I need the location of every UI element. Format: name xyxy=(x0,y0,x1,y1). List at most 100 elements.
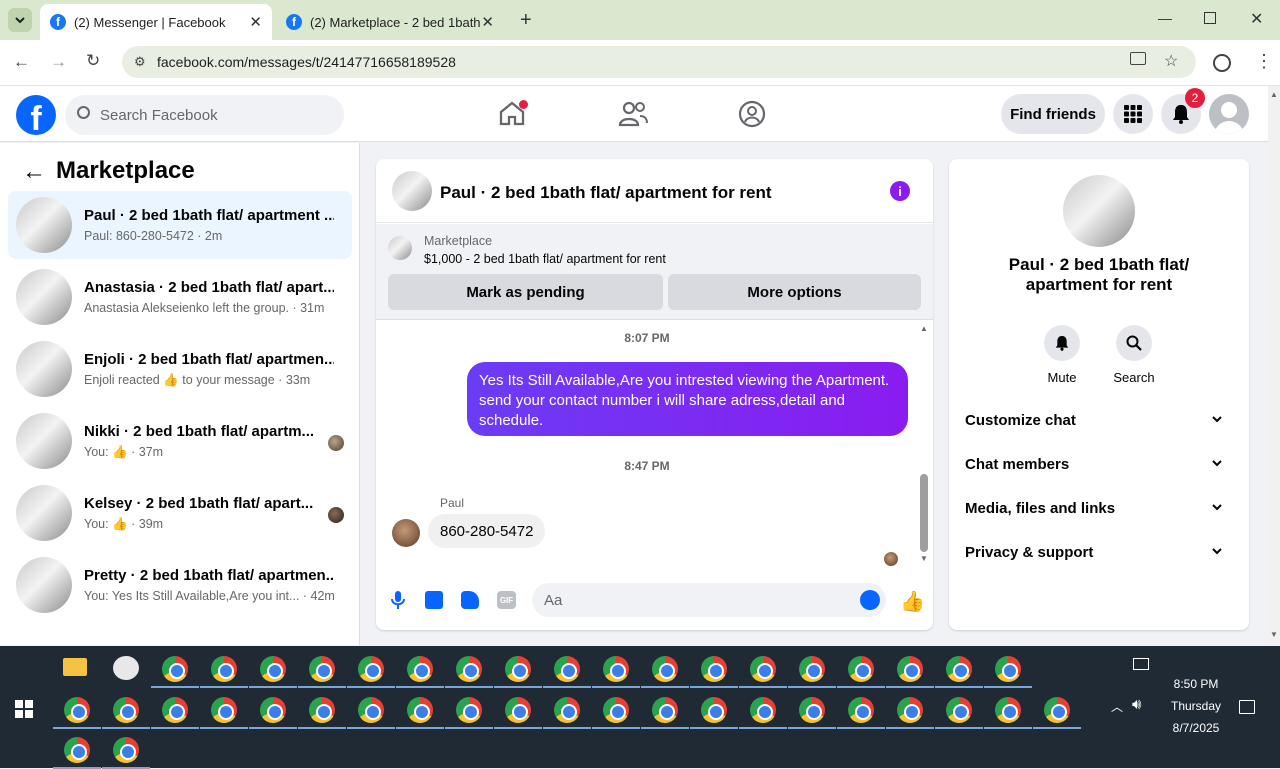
paint-app-icon[interactable] xyxy=(113,656,139,680)
profile-icon[interactable] xyxy=(1213,54,1231,72)
restore-button[interactable] xyxy=(1204,12,1216,24)
chrome-profile-icon[interactable] xyxy=(211,697,237,723)
site-settings-icon[interactable]: ⚙ xyxy=(134,54,146,70)
chrome-profile-icon[interactable] xyxy=(848,656,874,682)
url-input[interactable]: ⚙ facebook.com/messages/t/24147716658189… xyxy=(122,46,1196,78)
sender-avatar[interactable] xyxy=(392,519,420,547)
chrome-profile-icon[interactable] xyxy=(799,697,825,723)
search-action[interactable]: Search xyxy=(1104,325,1164,385)
chrome-profile-icon[interactable] xyxy=(701,697,727,723)
chrome-profile-icon[interactable] xyxy=(309,697,335,723)
conversation-item-kelsey[interactable]: Kelsey · 2 bed 1bath flat/ apart... You:… xyxy=(8,479,352,547)
chrome-profile-icon[interactable] xyxy=(358,697,384,723)
voice-clip-icon[interactable] xyxy=(391,590,405,615)
customize-chat-row[interactable]: Customize chat xyxy=(965,405,1233,435)
tab-search-button[interactable] xyxy=(8,8,32,32)
home-nav-button[interactable] xyxy=(497,98,529,130)
chrome-profile-icon[interactable] xyxy=(113,697,139,723)
chrome-profile-icon[interactable] xyxy=(603,697,629,723)
more-options-button[interactable]: More options xyxy=(668,274,921,310)
reload-icon[interactable]: ↻ xyxy=(86,51,100,71)
chrome-profile-icon[interactable] xyxy=(64,737,90,763)
page-scrollbar[interactable]: ▲ ▼ xyxy=(1268,86,1280,646)
gif-icon[interactable]: GIF xyxy=(497,591,516,609)
chrome-profile-icon[interactable] xyxy=(701,656,727,682)
message-input[interactable]: Aa xyxy=(532,583,886,617)
menu-grid-button[interactable] xyxy=(1113,94,1153,134)
groups-nav-button[interactable] xyxy=(738,100,766,133)
new-tab-button[interactable]: + xyxy=(520,9,532,32)
chat-title[interactable]: Paul · 2 bed 1bath flat/ apartment for r… xyxy=(440,183,772,203)
chat-avatar[interactable] xyxy=(392,171,432,211)
chrome-profile-icon[interactable] xyxy=(897,697,923,723)
chrome-profile-icon[interactable] xyxy=(1044,697,1070,723)
chrome-profile-icon[interactable] xyxy=(554,656,580,682)
chrome-profile-icon[interactable] xyxy=(64,697,90,723)
chrome-profile-icon[interactable] xyxy=(897,656,923,682)
back-arrow-icon[interactable]: ← xyxy=(13,52,30,72)
file-explorer-icon[interactable] xyxy=(63,658,87,676)
chrome-profile-icon[interactable] xyxy=(750,656,776,682)
notifications-button[interactable]: 2 xyxy=(1161,88,1205,134)
conversation-item-anastasia[interactable]: Anastasia · 2 bed 1bath flat/ apart... A… xyxy=(8,263,352,331)
system-clock[interactable]: 8:50 PM Thursday 8/7/2025 xyxy=(1150,673,1242,739)
chrome-profile-icon[interactable] xyxy=(407,656,433,682)
mute-action[interactable]: Mute xyxy=(1032,325,1092,385)
scroll-up-arrow-icon[interactable]: ▲ xyxy=(1270,90,1278,99)
network-icon[interactable] xyxy=(1133,658,1149,670)
bookmark-star-icon[interactable]: ☆ xyxy=(1164,51,1178,71)
conversation-item-enjoli[interactable]: Enjoli · 2 bed 1bath flat/ apartmen... E… xyxy=(8,335,352,403)
sticker-icon[interactable] xyxy=(461,591,479,609)
volume-icon[interactable]: 🔊︎ xyxy=(1132,696,1141,713)
menu-kebab-icon[interactable]: ⋮ xyxy=(1255,51,1273,72)
tray-expand-icon[interactable]: ︿ xyxy=(1111,698,1123,715)
chrome-profile-icon[interactable] xyxy=(211,656,237,682)
chrome-profile-icon[interactable] xyxy=(848,697,874,723)
chrome-profile-icon[interactable] xyxy=(652,656,678,682)
tab-marketplace[interactable]: f (2) Marketplace - 2 bed 1bath f ✕ xyxy=(276,4,504,40)
scroll-down-arrow-icon[interactable]: ▼ xyxy=(1270,630,1278,639)
scroll-up-arrow-icon[interactable]: ▲ xyxy=(920,324,928,333)
facebook-logo-icon[interactable]: f xyxy=(16,95,56,135)
install-app-icon[interactable] xyxy=(1130,52,1146,65)
account-avatar[interactable] xyxy=(1209,94,1249,134)
listing-thumbnail[interactable] xyxy=(388,236,412,260)
listing-title[interactable]: $1,000 - 2 bed 1bath flat/ apartment for… xyxy=(424,252,666,266)
chrome-profile-icon[interactable] xyxy=(603,656,629,682)
chat-scrollbar[interactable]: ▲ ▼ xyxy=(918,324,930,564)
tab-messenger[interactable]: f (2) Messenger | Facebook ✕ xyxy=(40,4,272,40)
privacy-support-row[interactable]: Privacy & support xyxy=(965,537,1233,567)
info-icon[interactable]: i xyxy=(890,181,910,201)
chrome-profile-icon[interactable] xyxy=(358,656,384,682)
outgoing-message-bubble[interactable]: Yes Its Still Available,Are you intreste… xyxy=(467,362,908,436)
chrome-profile-icon[interactable] xyxy=(407,697,433,723)
incoming-message-bubble[interactable]: 860-280-5472 xyxy=(428,514,546,548)
media-files-links-row[interactable]: Media, files and links xyxy=(965,493,1233,523)
emoji-icon[interactable] xyxy=(860,590,880,610)
chat-profile-avatar[interactable] xyxy=(1063,175,1135,247)
chrome-profile-icon[interactable] xyxy=(750,697,776,723)
chrome-profile-icon[interactable] xyxy=(456,697,482,723)
forward-arrow-icon[interactable]: → xyxy=(50,52,67,72)
windows-start-icon[interactable] xyxy=(15,700,33,718)
chrome-profile-icon[interactable] xyxy=(162,656,188,682)
scroll-thumb[interactable] xyxy=(920,474,928,552)
chrome-profile-icon[interactable] xyxy=(309,656,335,682)
close-tab-icon[interactable]: ✕ xyxy=(249,13,262,31)
search-facebook-input[interactable]: Search Facebook xyxy=(65,95,344,135)
notifications-center-icon[interactable] xyxy=(1239,700,1255,714)
mark-as-pending-button[interactable]: Mark as pending xyxy=(388,274,663,310)
conversation-item-nikki[interactable]: Nikki · 2 bed 1bath flat/ apartm... You:… xyxy=(8,407,352,475)
close-tab-icon[interactable]: ✕ xyxy=(481,13,494,31)
friends-nav-button[interactable] xyxy=(618,100,648,133)
thumbs-up-send-icon[interactable]: 👍 xyxy=(900,589,925,614)
find-friends-button[interactable]: Find friends xyxy=(1001,94,1105,134)
chrome-profile-icon[interactable] xyxy=(995,656,1021,682)
close-window-button[interactable]: ✕ xyxy=(1250,9,1263,29)
chrome-profile-icon[interactable] xyxy=(995,697,1021,723)
back-arrow-icon[interactable]: ← xyxy=(22,158,46,186)
chrome-profile-icon[interactable] xyxy=(652,697,678,723)
minimize-button[interactable]: — xyxy=(1158,10,1172,26)
conversation-item-paul[interactable]: Paul · 2 bed 1bath flat/ apartment ... P… xyxy=(8,191,352,259)
chrome-profile-icon[interactable] xyxy=(162,697,188,723)
